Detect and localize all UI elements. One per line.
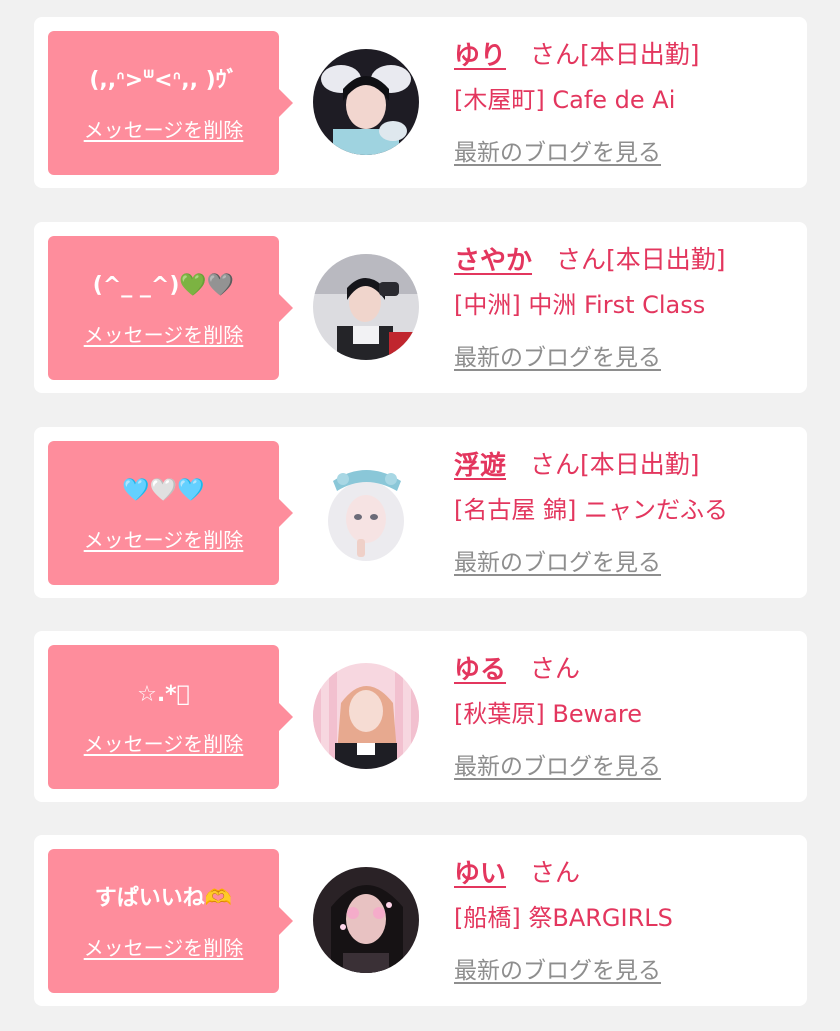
shop-name: [船橋] 祭BARGIRLS — [454, 904, 673, 932]
avatar-photo — [313, 254, 419, 360]
avatar[interactable] — [313, 254, 419, 360]
avatar-photo — [313, 867, 419, 973]
message-text: (,,ᐢ>ᐜ<ᐢ,, )ｳﾞ — [89, 67, 238, 93]
message-text: ☆.*ﾟ — [137, 681, 190, 707]
avatar[interactable] — [313, 663, 419, 769]
message-card: (,,ᐢ>ᐜ<ᐢ,, )ｳﾞ メッセージを削除 ゆり さん[本日出勤] [木屋町… — [34, 17, 807, 188]
message-list: (,,ᐢ>ᐜ<ᐢ,, )ｳﾞ メッセージを削除 ゆり さん[本日出勤] [木屋町… — [0, 0, 840, 1031]
message-card: 🩵🤍🩵 メッセージを削除 浮遊 さん[本日出勤] [名古屋 錦] ニャンだふる — [34, 427, 807, 598]
message-bubble: ☆.*ﾟ メッセージを削除 — [48, 645, 293, 789]
delete-message-link[interactable]: メッセージを削除 — [84, 524, 244, 553]
avatar-photo — [313, 663, 419, 769]
cast-info: 浮遊 さん[本日出勤] [名古屋 錦] ニャンだふる 最新のブログを見る — [454, 443, 797, 577]
cast-info: ゆる さん [秋葉原] Beware 最新のブログを見る — [454, 647, 797, 781]
shop-name: [木屋町] Cafe de Ai — [454, 86, 676, 114]
message-bubble: すぱいいね🫶 メッセージを削除 — [48, 849, 293, 993]
shop-name: [中洲] 中洲 First Class — [454, 291, 706, 319]
cast-name-link[interactable]: さやか — [454, 240, 532, 277]
delete-message-link[interactable]: メッセージを削除 — [84, 319, 244, 348]
message-bubble: (^_ _^)💚🩶 メッセージを削除 — [48, 236, 293, 380]
message-bubble: (,,ᐢ>ᐜ<ᐢ,, )ｳﾞ メッセージを削除 — [48, 31, 293, 175]
delete-message-link[interactable]: メッセージを削除 — [84, 728, 244, 757]
message-text: すぱいいね🫶 — [94, 885, 233, 911]
avatar[interactable] — [313, 49, 419, 155]
message-card: (^_ _^)💚🩶 メッセージを削除 さやか さん[本日出勤] [中洲] 中洲 … — [34, 222, 807, 393]
delete-message-link[interactable]: メッセージを削除 — [84, 114, 244, 143]
cast-status: さん[本日出勤] — [530, 40, 700, 69]
cast-status: さん[本日出勤] — [530, 450, 700, 479]
cast-name-link[interactable]: ゆい — [454, 853, 506, 890]
message-card: すぱいいね🫶 メッセージを削除 ゆい さん [船橋] 祭BARGIRLS 最新の… — [34, 835, 807, 1006]
avatar[interactable] — [313, 867, 419, 973]
message-bubble: 🩵🤍🩵 メッセージを削除 — [48, 441, 293, 585]
avatar-photo — [313, 49, 419, 155]
cast-status: さん[本日出勤] — [556, 245, 726, 274]
cast-status: さん — [530, 858, 581, 887]
delete-message-link[interactable]: メッセージを削除 — [84, 932, 244, 961]
latest-blog-link[interactable]: 最新のブログを見る — [454, 747, 661, 781]
shop-name: [秋葉原] Beware — [454, 700, 643, 728]
cast-name-link[interactable]: ゆり — [454, 35, 506, 72]
cast-name-link[interactable]: 浮遊 — [454, 445, 506, 482]
latest-blog-link[interactable]: 最新のブログを見る — [454, 133, 661, 167]
shop-name: [名古屋 錦] ニャンだふる — [454, 496, 728, 524]
latest-blog-link[interactable]: 最新のブログを見る — [454, 543, 661, 577]
message-text: 🩵🤍🩵 — [122, 477, 205, 503]
avatar-photo — [313, 459, 419, 565]
latest-blog-link[interactable]: 最新のブログを見る — [454, 951, 661, 985]
cast-info: ゆり さん[本日出勤] [木屋町] Cafe de Ai 最新のブログを見る — [454, 33, 797, 167]
avatar[interactable] — [313, 459, 419, 565]
message-card: ☆.*ﾟ メッセージを削除 ゆる さん [秋葉原] Beware 最新のブログを… — [34, 631, 807, 802]
latest-blog-link[interactable]: 最新のブログを見る — [454, 338, 661, 372]
cast-info: ゆい さん [船橋] 祭BARGIRLS 最新のブログを見る — [454, 851, 797, 985]
message-text: (^_ _^)💚🩶 — [92, 272, 235, 298]
cast-name-link[interactable]: ゆる — [454, 649, 506, 686]
cast-info: さやか さん[本日出勤] [中洲] 中洲 First Class 最新のブログを… — [454, 238, 797, 372]
cast-status: さん — [530, 654, 581, 683]
